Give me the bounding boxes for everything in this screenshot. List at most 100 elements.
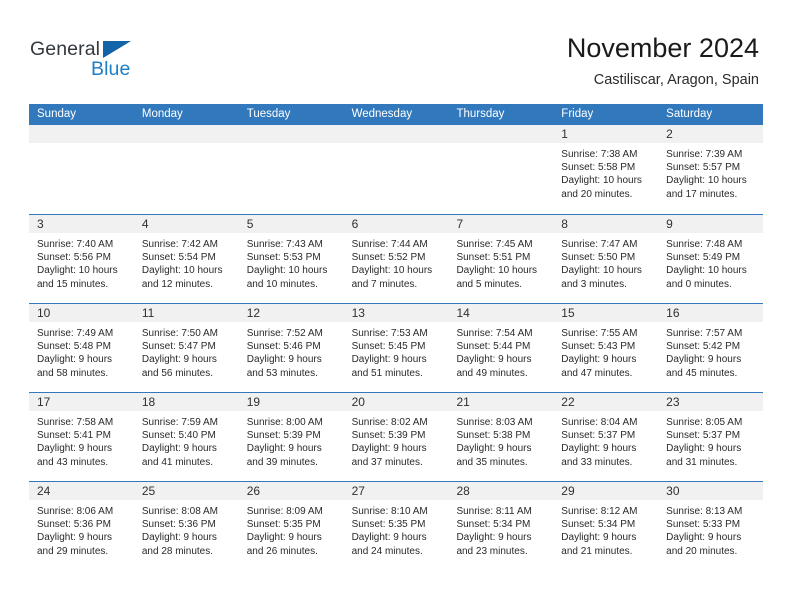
daylight-text-line1: Daylight: 10 hours bbox=[666, 265, 747, 277]
day-cell[interactable]: 19 Sunrise: 8:00 AM Sunset: 5:39 PM Dayl… bbox=[238, 393, 344, 481]
day-cell[interactable]: 12 Sunrise: 7:52 AM Sunset: 5:46 PM Dayl… bbox=[238, 304, 344, 392]
sunrise-text: Sunrise: 7:59 AM bbox=[141, 417, 219, 428]
day-details: Sunrise: 8:13 AM Sunset: 5:33 PM Dayligh… bbox=[658, 500, 763, 558]
daylight-text-line1: Daylight: 9 hours bbox=[561, 354, 637, 366]
daylight-text-line2: and 10 minutes. bbox=[246, 278, 318, 290]
day-number: 6 bbox=[351, 217, 359, 231]
day-cell[interactable]: 7 Sunrise: 7:45 AM Sunset: 5:51 PM Dayli… bbox=[448, 215, 554, 303]
daylight-text-line1: Daylight: 9 hours bbox=[561, 532, 637, 544]
daylight-text-line1: Daylight: 9 hours bbox=[666, 443, 742, 455]
day-cell[interactable] bbox=[343, 125, 449, 214]
day-number-strip: 24 bbox=[29, 482, 134, 500]
logo-primary-text: General bbox=[30, 38, 101, 60]
day-cell[interactable]: 11 Sunrise: 7:50 AM Sunset: 5:47 PM Dayl… bbox=[133, 304, 239, 392]
daylight-text-line2: and 3 minutes. bbox=[561, 278, 627, 290]
day-number: 22 bbox=[561, 395, 575, 409]
day-cell[interactable]: 27 Sunrise: 8:10 AM Sunset: 5:35 PM Dayl… bbox=[343, 482, 449, 570]
day-details: Sunrise: 7:40 AM Sunset: 5:56 PM Dayligh… bbox=[29, 233, 134, 291]
sunrise-text: Sunrise: 7:57 AM bbox=[666, 328, 743, 339]
daylight-text-line2: and 43 minutes. bbox=[37, 456, 109, 468]
day-number: 18 bbox=[141, 395, 156, 409]
day-cell[interactable] bbox=[448, 125, 554, 214]
day-details: Sunrise: 8:03 AM Sunset: 5:38 PM Dayligh… bbox=[448, 411, 553, 469]
day-details: Sunrise: 7:39 AM Sunset: 5:57 PM Dayligh… bbox=[658, 143, 763, 201]
sunset-text: Sunset: 5:40 PM bbox=[141, 430, 216, 442]
day-cell[interactable]: 18 Sunrise: 7:59 AM Sunset: 5:40 PM Dayl… bbox=[133, 393, 239, 481]
day-cell[interactable]: 22 Sunrise: 8:04 AM Sunset: 5:37 PM Dayl… bbox=[553, 393, 659, 481]
day-cell[interactable]: 24 Sunrise: 8:06 AM Sunset: 5:36 PM Dayl… bbox=[29, 482, 134, 570]
day-number: 3 bbox=[37, 217, 44, 231]
day-cell[interactable]: 25 Sunrise: 8:08 AM Sunset: 5:36 PM Dayl… bbox=[133, 482, 239, 570]
sunrise-text: Sunrise: 8:10 AM bbox=[351, 506, 428, 517]
day-cell[interactable]: 4 Sunrise: 7:42 AM Sunset: 5:54 PM Dayli… bbox=[133, 215, 239, 303]
sunrise-text: Sunrise: 8:05 AM bbox=[666, 417, 743, 428]
daylight-text-line1: Daylight: 9 hours bbox=[351, 443, 427, 455]
logo-triangle-icon bbox=[103, 41, 131, 58]
day-number: 25 bbox=[141, 484, 156, 498]
day-cell[interactable]: 14 Sunrise: 7:54 AM Sunset: 5:44 PM Dayl… bbox=[448, 304, 554, 392]
daylight-text-line2: and 41 minutes. bbox=[141, 456, 214, 468]
day-cell[interactable]: 1 Sunrise: 7:38 AM Sunset: 5:58 PM Dayli… bbox=[553, 125, 659, 214]
title-block: November 2024 Castiliscar, Aragon, Spain bbox=[567, 32, 759, 90]
day-cell[interactable]: 29 Sunrise: 8:12 AM Sunset: 5:34 PM Dayl… bbox=[553, 482, 659, 570]
daylight-text-line2: and 21 minutes. bbox=[561, 545, 633, 557]
day-number: 28 bbox=[456, 484, 470, 498]
sunset-text: Sunset: 5:45 PM bbox=[351, 341, 426, 353]
weekday-header-row: Sunday Monday Tuesday Wednesday Thursday… bbox=[29, 104, 763, 125]
calendar-page: General Blue November 2024 Castiliscar, … bbox=[0, 0, 792, 612]
day-number: 16 bbox=[666, 306, 680, 320]
day-cell[interactable]: 10 Sunrise: 7:49 AM Sunset: 5:48 PM Dayl… bbox=[29, 304, 134, 392]
day-details: Sunrise: 7:48 AM Sunset: 5:49 PM Dayligh… bbox=[658, 233, 763, 291]
sunset-text: Sunset: 5:38 PM bbox=[456, 430, 531, 442]
day-cell[interactable]: 16 Sunrise: 7:57 AM Sunset: 5:42 PM Dayl… bbox=[658, 304, 764, 392]
day-number: 8 bbox=[561, 217, 568, 231]
daylight-text-line2: and 17 minutes. bbox=[666, 188, 738, 200]
daylight-text-line2: and 33 minutes. bbox=[561, 456, 633, 468]
general-blue-logo[interactable]: General Blue bbox=[30, 38, 160, 86]
daylight-text-line1: Daylight: 9 hours bbox=[666, 354, 742, 366]
sunset-text: Sunset: 5:56 PM bbox=[37, 252, 111, 264]
day-cell[interactable] bbox=[133, 125, 239, 214]
day-cell[interactable]: 9 Sunrise: 7:48 AM Sunset: 5:49 PM Dayli… bbox=[658, 215, 764, 303]
sunrise-text: Sunrise: 8:06 AM bbox=[37, 506, 114, 517]
daylight-text-line2: and 31 minutes. bbox=[666, 456, 738, 468]
week-row: 24 Sunrise: 8:06 AM Sunset: 5:36 PM Dayl… bbox=[29, 481, 764, 570]
sunset-text: Sunset: 5:49 PM bbox=[666, 252, 741, 264]
day-details: Sunrise: 8:00 AM Sunset: 5:39 PM Dayligh… bbox=[239, 411, 344, 469]
day-cell[interactable]: 23 Sunrise: 8:05 AM Sunset: 5:37 PM Dayl… bbox=[658, 393, 764, 481]
sunrise-text: Sunrise: 8:04 AM bbox=[561, 417, 638, 428]
day-cell[interactable]: 28 Sunrise: 8:11 AM Sunset: 5:34 PM Dayl… bbox=[448, 482, 554, 570]
day-cell[interactable]: 8 Sunrise: 7:47 AM Sunset: 5:50 PM Dayli… bbox=[553, 215, 659, 303]
day-cell[interactable]: 15 Sunrise: 7:55 AM Sunset: 5:43 PM Dayl… bbox=[553, 304, 659, 392]
day-cell[interactable]: 30 Sunrise: 8:13 AM Sunset: 5:33 PM Dayl… bbox=[658, 482, 764, 570]
day-cell[interactable] bbox=[238, 125, 344, 214]
daylight-text-line1: Daylight: 10 hours bbox=[561, 175, 642, 187]
day-number: 1 bbox=[561, 127, 568, 141]
day-cell[interactable]: 2 Sunrise: 7:39 AM Sunset: 5:57 PM Dayli… bbox=[658, 125, 764, 214]
day-number: 26 bbox=[246, 484, 261, 498]
sunset-text: Sunset: 5:57 PM bbox=[666, 162, 741, 174]
day-number-strip: 5 bbox=[238, 215, 344, 233]
daylight-text-line1: Daylight: 9 hours bbox=[37, 443, 113, 455]
sunrise-text: Sunrise: 7:38 AM bbox=[561, 149, 638, 160]
week-row: 10 Sunrise: 7:49 AM Sunset: 5:48 PM Dayl… bbox=[29, 303, 764, 392]
day-cell[interactable]: 21 Sunrise: 8:03 AM Sunset: 5:38 PM Dayl… bbox=[448, 393, 554, 481]
daylight-text-line2: and 7 minutes. bbox=[351, 278, 418, 290]
daylight-text-line2: and 56 minutes. bbox=[141, 367, 214, 379]
day-details: Sunrise: 7:45 AM Sunset: 5:51 PM Dayligh… bbox=[448, 233, 553, 291]
day-details: Sunrise: 7:47 AM Sunset: 5:50 PM Dayligh… bbox=[553, 233, 658, 291]
day-cell[interactable]: 17 Sunrise: 7:58 AM Sunset: 5:41 PM Dayl… bbox=[29, 393, 134, 481]
day-cell[interactable]: 3 Sunrise: 7:40 AM Sunset: 5:56 PM Dayli… bbox=[29, 215, 134, 303]
sunset-text: Sunset: 5:48 PM bbox=[37, 341, 111, 353]
day-cell[interactable]: 13 Sunrise: 7:53 AM Sunset: 5:45 PM Dayl… bbox=[343, 304, 449, 392]
day-number-strip bbox=[448, 125, 554, 143]
day-cell[interactable]: 20 Sunrise: 8:02 AM Sunset: 5:39 PM Dayl… bbox=[343, 393, 449, 481]
daylight-text-line1: Daylight: 9 hours bbox=[351, 532, 427, 544]
sunset-text: Sunset: 5:36 PM bbox=[37, 519, 111, 531]
daylight-text-line2: and 28 minutes. bbox=[141, 545, 214, 557]
day-cell[interactable]: 6 Sunrise: 7:44 AM Sunset: 5:52 PM Dayli… bbox=[343, 215, 449, 303]
day-cell[interactable] bbox=[29, 125, 134, 214]
day-cell[interactable]: 5 Sunrise: 7:43 AM Sunset: 5:53 PM Dayli… bbox=[238, 215, 344, 303]
day-cell[interactable]: 26 Sunrise: 8:09 AM Sunset: 5:35 PM Dayl… bbox=[238, 482, 344, 570]
daylight-text-line2: and 37 minutes. bbox=[351, 456, 423, 468]
